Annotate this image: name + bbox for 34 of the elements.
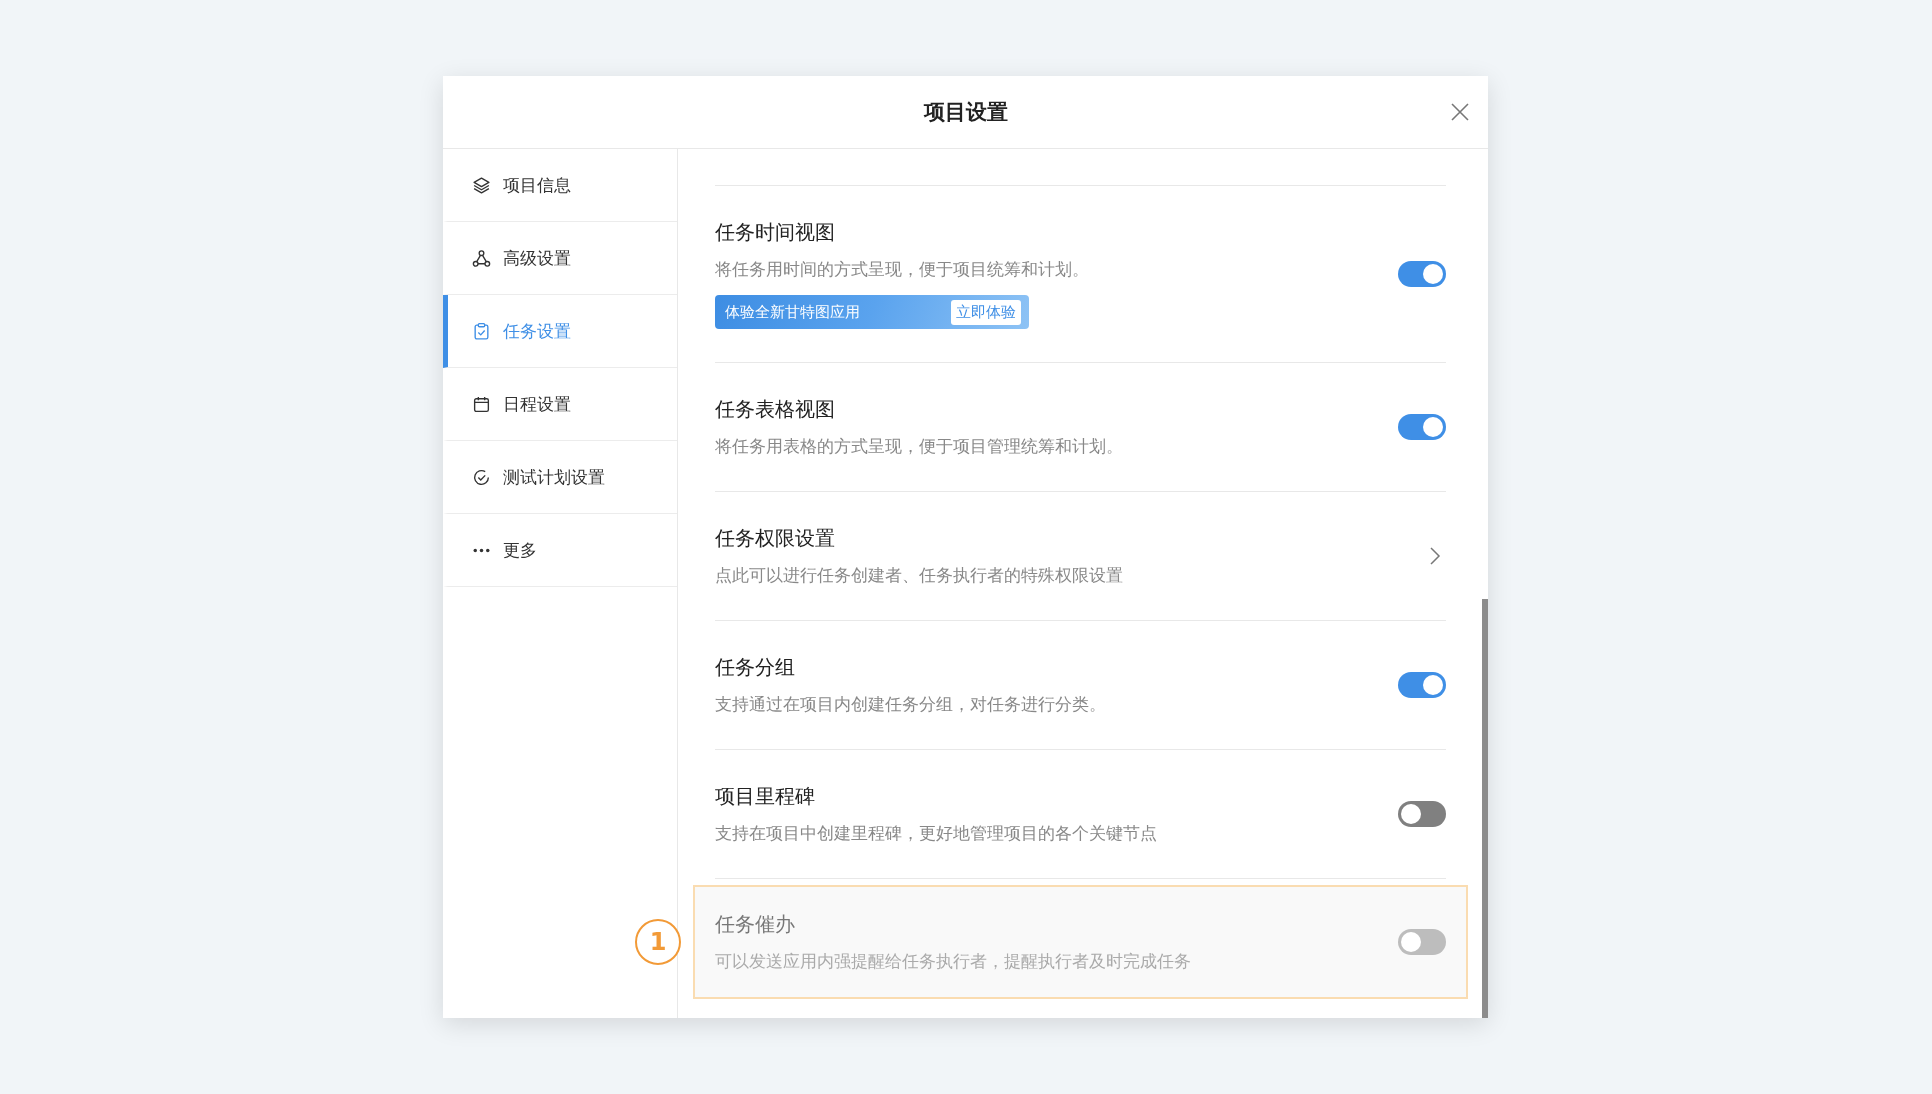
promo-text: 体验全新甘特图应用 xyxy=(725,302,860,322)
scrollbar[interactable] xyxy=(1482,599,1488,1018)
toggle-switch[interactable] xyxy=(1398,801,1446,827)
toggle-switch[interactable] xyxy=(1398,672,1446,698)
clipboard-icon xyxy=(472,321,491,341)
setting-description: 将任务用表格的方式呈现，便于项目管理统筹和计划。 xyxy=(715,435,1123,458)
setting-title: 任务时间视图 xyxy=(715,219,835,246)
calendar-icon xyxy=(472,394,491,414)
chevron-right-icon[interactable] xyxy=(1428,545,1442,567)
toggle-switch[interactable] xyxy=(1398,414,1446,440)
nodes-icon xyxy=(472,248,491,268)
sidebar-item[interactable]: 项目信息 xyxy=(443,149,677,222)
more-icon xyxy=(472,547,491,553)
close-icon[interactable] xyxy=(1450,102,1470,122)
sidebar-item[interactable]: 高级设置 xyxy=(443,222,677,295)
setting-title: 任务权限设置 xyxy=(715,525,835,552)
check-circle-icon xyxy=(472,467,491,487)
setting-description: 可以发送应用内强提醒给任务执行者，提醒执行者及时完成任务 xyxy=(715,950,1191,973)
sidebar-item[interactable]: 更多 xyxy=(443,514,677,587)
setting-description: 点此可以进行任务创建者、任务执行者的特殊权限设置 xyxy=(715,564,1123,587)
setting-title: 任务表格视图 xyxy=(715,396,835,423)
setting-description: 支持在项目中创建里程碑，更好地管理项目的各个关键节点 xyxy=(715,822,1157,845)
sidebar-item[interactable]: 测试计划设置 xyxy=(443,441,677,514)
toggle-switch[interactable] xyxy=(1398,261,1446,287)
setting-title: 任务分组 xyxy=(715,654,795,681)
sidebar-item[interactable]: 日程设置 xyxy=(443,368,677,441)
try-now-button[interactable]: 立即体验 xyxy=(951,299,1021,325)
callout-number: 1 xyxy=(635,919,681,965)
dialog-title: 项目设置 xyxy=(923,99,1008,126)
layers-icon xyxy=(472,175,491,195)
setting-title: 项目里程碑 xyxy=(715,783,815,810)
setting-description: 支持通过在项目内创建任务分组，对任务进行分类。 xyxy=(715,693,1106,716)
setting-title: 任务催办 xyxy=(715,911,795,938)
setting-description: 将任务用时间的方式呈现，便于项目统筹和计划。 xyxy=(715,258,1089,281)
